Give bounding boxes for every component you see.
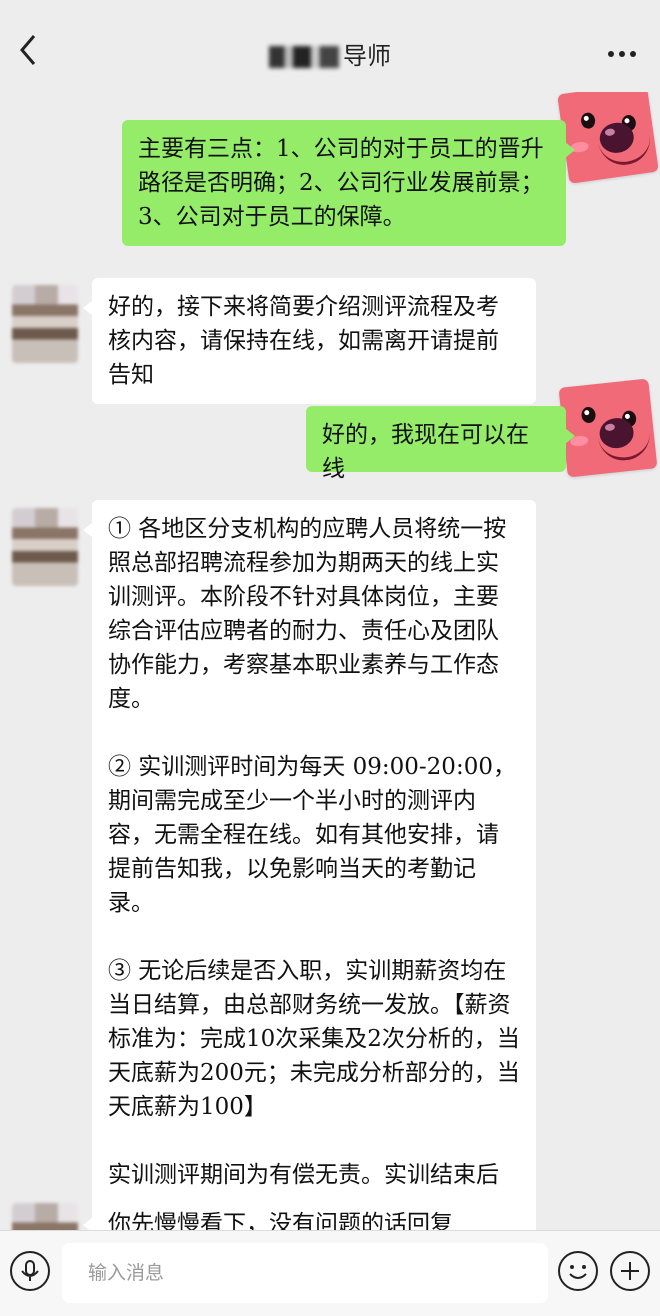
message-bubble-sent[interactable]: 好的，我现在可以在线 <box>306 406 575 482</box>
message-text: 你先慢慢看下，没有问题的话回复 <box>108 1211 453 1230</box>
input-bar: 输入消息 <box>0 1230 660 1316</box>
chat-title: 导师 <box>0 36 660 71</box>
more-dots-icon[interactable] <box>603 42 636 61</box>
blurred-name <box>269 46 339 68</box>
message-paragraph-1: ① 各地区分支机构的应聘人员将统一按照总部招聘流程参加为期两天的线上实训测评。本… <box>108 516 507 712</box>
contact-avatar[interactable] <box>12 508 78 586</box>
message-text: 好的，我现在可以在线 <box>322 422 529 482</box>
user-avatar[interactable] <box>557 82 659 184</box>
message-input[interactable]: 输入消息 <box>62 1243 548 1303</box>
message-text: 好的，接下来将简要介绍测评流程及考核内容，请保持在线，如需离开请提前告知 <box>108 294 499 388</box>
microphone-icon[interactable] <box>10 1251 50 1291</box>
plus-icon[interactable] <box>610 1251 650 1291</box>
message-paragraph-3: ③ 无论后续是否入职，实训期薪资均在当日结算，由总部财务统一发放。【薪资标准为：… <box>108 958 520 1120</box>
message-text: 主要有三点：1、公司的对于员工的晋升路径是否明确；2、公司行业发展前景；3、公司… <box>138 136 544 230</box>
message-bubble-received[interactable]: 你先慢慢看下，没有问题的话回复 <box>83 1195 536 1230</box>
message-bubble-received[interactable]: 好的，接下来将简要介绍测评流程及考核内容，请保持在线，如需离开请提前告知 <box>83 278 536 404</box>
message-bubble-received[interactable]: ① 各地区分支机构的应聘人员将统一按照总部招聘流程参加为期两天的线上实训测评。本… <box>83 500 536 1230</box>
message-paragraph-2: ② 实训测评时间为每天 09:00-20:00，期间需完成至少一个半小时的测评内… <box>108 754 516 916</box>
emoji-icon[interactable] <box>558 1251 598 1291</box>
chat-area[interactable]: 主要有三点：1、公司的对于员工的晋升路径是否明确；2、公司行业发展前景；3、公司… <box>0 0 660 1230</box>
contact-avatar[interactable] <box>12 1203 78 1230</box>
message-bubble-sent[interactable]: 主要有三点：1、公司的对于员工的晋升路径是否明确；2、公司行业发展前景；3、公司… <box>122 120 575 246</box>
chat-title-text: 导师 <box>343 42 391 70</box>
chat-header: 导师 <box>0 0 660 92</box>
contact-avatar[interactable] <box>12 285 78 363</box>
